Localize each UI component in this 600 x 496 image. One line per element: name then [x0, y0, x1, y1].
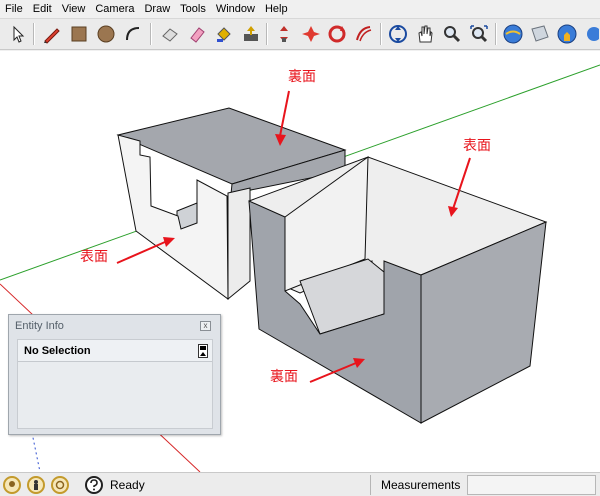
pencil-line-icon[interactable] [40, 22, 64, 46]
arc-icon[interactable] [121, 22, 145, 46]
offset-icon[interactable] [352, 22, 376, 46]
geo-location-icon[interactable] [3, 476, 21, 494]
menu-camera[interactable]: Camera [90, 0, 139, 18]
menu-file[interactable]: File [0, 0, 28, 18]
menu-view[interactable]: View [57, 0, 91, 18]
close-icon[interactable]: x [200, 321, 211, 331]
toolbar [0, 18, 600, 50]
select-arrow-icon[interactable] [6, 22, 30, 46]
follow-me-icon[interactable] [325, 22, 349, 46]
circle-icon[interactable] [94, 22, 118, 46]
credits-icon[interactable] [27, 476, 45, 494]
move-icon[interactable] [272, 22, 296, 46]
zoom-extents-icon[interactable] [467, 22, 491, 46]
instructor-icon[interactable] [51, 476, 69, 494]
measurements-label: Measurements [381, 478, 461, 492]
menu-draw[interactable]: Draw [139, 0, 175, 18]
annotation-front-left: 表面 [80, 249, 108, 265]
menu-tools[interactable]: Tools [175, 0, 211, 18]
rectangle-icon[interactable] [67, 22, 91, 46]
menu-help[interactable]: Help [260, 0, 293, 18]
menu-window[interactable]: Window [211, 0, 260, 18]
paint-bucket-icon[interactable] [212, 22, 236, 46]
menu-bar: File Edit View Camera Draw Tools Window … [0, 0, 600, 18]
status-bar: Ready Measurements [0, 472, 600, 496]
annotation-back-bottom: 裏面 [270, 369, 298, 385]
annotation-front-right: 表面 [463, 138, 491, 154]
pan-hand-icon[interactable] [413, 22, 437, 46]
annotation-back-top: 裏面 [288, 69, 316, 85]
entity-info-panel: No Selection [17, 339, 213, 429]
add-location-icon[interactable] [555, 22, 579, 46]
status-divider [370, 475, 371, 495]
share-model-icon[interactable] [528, 22, 552, 46]
eraser-icon[interactable] [158, 22, 182, 46]
zoom-icon[interactable] [440, 22, 464, 46]
scroll-right-icon[interactable] [580, 22, 600, 46]
selection-label: No Selection [18, 340, 212, 362]
rotate-icon[interactable] [299, 22, 323, 46]
entity-info-title: Entity Info [15, 320, 64, 332]
push-pull-icon[interactable] [239, 22, 263, 46]
measurements-input[interactable] [467, 475, 596, 495]
menu-edit[interactable]: Edit [28, 0, 57, 18]
help-icon[interactable] [85, 476, 103, 494]
orbit-icon[interactable] [386, 22, 410, 46]
entity-info-dialog: Entity Info x No Selection [8, 314, 221, 435]
make-component-icon[interactable] [185, 22, 209, 46]
toggle-details-icon[interactable] [198, 344, 208, 358]
get-models-icon[interactable] [501, 22, 525, 46]
status-text: Ready [110, 478, 145, 492]
